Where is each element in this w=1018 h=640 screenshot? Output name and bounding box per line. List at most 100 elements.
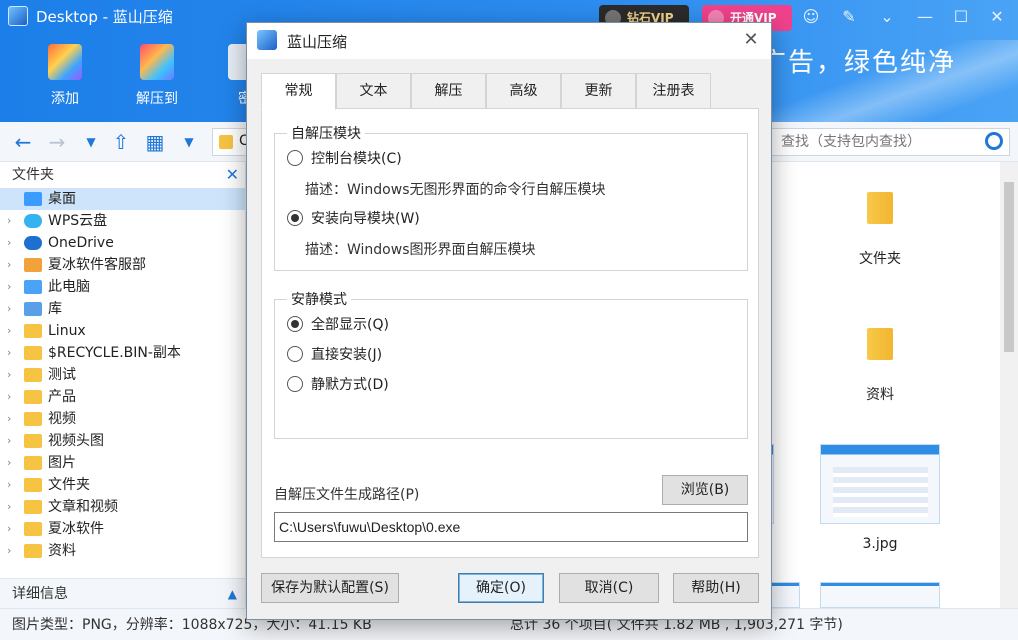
add-archive-icon — [48, 44, 82, 80]
silent-mode-legend: 安静模式 — [291, 292, 347, 308]
close-panel-icon[interactable]: ✕ — [226, 162, 239, 188]
expand-chevron-icon[interactable]: › — [7, 540, 11, 562]
maximize-icon[interactable]: ☐ — [950, 6, 972, 28]
sidebar-item[interactable]: › 测试 — [0, 364, 245, 386]
save-default-button[interactable]: 保存为默认配置(S) — [261, 573, 399, 603]
sidebar-item-label: 夏冰软件客服部 — [48, 257, 146, 273]
output-path-input[interactable]: C:\Users\fuwu\Desktop\0.exe — [274, 512, 748, 542]
cancel-button[interactable]: 取消(C) — [559, 573, 659, 603]
silent-mode-group: 安静模式 全部显示(Q) 直接安装(J) 静默方式(D) — [274, 289, 748, 439]
sidebar-item[interactable]: › 夏冰软件客服部 — [0, 254, 245, 276]
view-grid-icon[interactable]: ▦ — [144, 131, 166, 153]
sidebar-item[interactable]: › 此电脑 — [0, 276, 245, 298]
expand-chevron-icon[interactable]: › — [7, 496, 11, 518]
sidebar-item-label: 此电脑 — [48, 279, 90, 295]
search-icon[interactable] — [985, 132, 1003, 150]
expand-chevron-icon[interactable]: › — [7, 298, 11, 320]
expand-chevron-icon[interactable]: › — [7, 518, 11, 540]
sidebar-item-label: $RECYCLE.BIN-副本 — [48, 345, 181, 361]
dialog-close-icon[interactable]: ✕ — [741, 29, 761, 50]
folder-icon — [24, 544, 42, 558]
expand-chevron-icon[interactable]: › — [7, 254, 11, 276]
close-icon[interactable]: ✕ — [986, 6, 1008, 28]
sidebar-item-label: WPS云盘 — [48, 213, 108, 229]
menu-chevron-icon[interactable]: ⌄ — [876, 6, 898, 28]
output-path-label: 自解压文件生成路径(P) — [274, 487, 420, 503]
tab-advanced[interactable]: 高级 — [486, 73, 561, 109]
help-button[interactable]: 帮助(H) — [673, 573, 759, 603]
expand-chevron-icon[interactable]: › — [7, 474, 11, 496]
sidebar-item-label: 桌面 — [48, 191, 76, 207]
sidebar-item[interactable]: › WPS云盘 — [0, 210, 245, 232]
folder-icon — [24, 434, 42, 448]
tab-general[interactable]: 常规 — [261, 73, 336, 110]
back-arrow-icon[interactable]: ← — [12, 131, 34, 153]
vertical-scrollbar[interactable] — [1000, 162, 1018, 608]
add-button[interactable]: 添加 — [30, 44, 100, 108]
search-input[interactable]: 查找（支持包内查找） — [760, 128, 1010, 156]
details-panel-toggle[interactable]: 详细信息 ▲ — [0, 578, 246, 608]
expand-chevron-icon[interactable]: › — [7, 430, 11, 452]
extract-icon — [140, 44, 174, 80]
expand-chevron-icon[interactable]: › — [7, 342, 11, 364]
sidebar-item[interactable]: 桌面 — [0, 188, 245, 210]
sidebar-item[interactable]: › 文件夹 — [0, 474, 245, 496]
sidebar-item-label: 产品 — [48, 389, 76, 405]
up-folder-icon[interactable]: ⇧ — [110, 131, 132, 153]
folder-icon — [24, 478, 42, 492]
sidebar-item[interactable]: › 资料 — [0, 540, 245, 562]
sidebar-item[interactable]: › 视频 — [0, 408, 245, 430]
file-item[interactable]: 资料 — [832, 328, 928, 404]
general-tab-panel: 自解压模块 控制台模块(C) 描述：Windows无图形界面的命令行自解压模块 … — [261, 108, 759, 558]
expand-chevron-icon[interactable]: › — [7, 232, 11, 254]
sidebar-item-label: 库 — [48, 301, 62, 317]
desktop-icon — [24, 192, 42, 206]
sidebar-item[interactable]: › Linux — [0, 320, 245, 342]
sfx-module-group: 自解压模块 控制台模块(C) 描述：Windows无图形界面的命令行自解压模块 … — [274, 123, 748, 271]
expand-chevron-icon[interactable]: › — [7, 408, 11, 430]
folder-icon — [867, 192, 893, 224]
expand-up-icon[interactable]: ▲ — [228, 579, 237, 609]
tab-registry[interactable]: 注册表 — [636, 73, 711, 109]
scrollbar-thumb[interactable] — [1004, 182, 1014, 352]
file-item[interactable]: 3.jpg — [820, 444, 940, 552]
wizard-module-desc: 描述：Windows图形界面自解压模块 — [305, 242, 536, 258]
tab-update[interactable]: 更新 — [561, 73, 636, 109]
view-dropdown-icon[interactable]: ▼ — [178, 131, 200, 153]
expand-chevron-icon[interactable]: › — [7, 386, 11, 408]
skin-icon[interactable]: ✎ — [838, 6, 860, 28]
history-dropdown-icon[interactable]: ▼ — [80, 131, 102, 153]
app-logo-icon — [8, 6, 28, 26]
sidebar-item[interactable]: › 文章和视频 — [0, 496, 245, 518]
expand-chevron-icon[interactable]: › — [7, 320, 11, 342]
expand-chevron-icon[interactable]: › — [7, 364, 11, 386]
sidebar-item[interactable]: › $RECYCLE.BIN-副本 — [0, 342, 245, 364]
sidebar-item[interactable]: › 视频头图 — [0, 430, 245, 452]
folder-icon — [24, 368, 42, 382]
folder-icon — [24, 456, 42, 470]
forward-arrow-icon[interactable]: → — [46, 131, 68, 153]
ok-button[interactable]: 确定(O) — [458, 573, 544, 603]
file-item[interactable]: 文件夹 — [832, 192, 928, 268]
sidebar-item-label: 测试 — [48, 367, 76, 383]
sidebar-item[interactable]: › 产品 — [0, 386, 245, 408]
tab-text[interactable]: 文本 — [336, 73, 411, 109]
image-thumbnail[interactable] — [820, 582, 940, 608]
expand-chevron-icon[interactable]: › — [7, 210, 11, 232]
expand-chevron-icon[interactable]: › — [7, 276, 11, 298]
extract-to-button[interactable]: 解压到 — [122, 44, 192, 108]
folder-icon — [219, 135, 233, 149]
sidebar-item[interactable]: › 图片 — [0, 452, 245, 474]
expand-chevron-icon[interactable]: › — [7, 452, 11, 474]
sidebar-item[interactable]: › OneDrive — [0, 232, 245, 254]
user-icon[interactable]: ☺ — [800, 6, 822, 28]
minimize-icon[interactable]: — — [914, 6, 936, 28]
folder-icon — [24, 412, 42, 426]
sidebar-item[interactable]: › 库 — [0, 298, 245, 320]
browse-button[interactable]: 浏览(B) — [662, 475, 748, 505]
dialog-titlebar: 蓝山压缩 ✕ — [247, 23, 771, 59]
folder-icon — [24, 390, 42, 404]
folder-icon — [24, 324, 42, 338]
sidebar-item[interactable]: › 夏冰软件 — [0, 518, 245, 540]
tab-extract[interactable]: 解压 — [411, 73, 486, 109]
